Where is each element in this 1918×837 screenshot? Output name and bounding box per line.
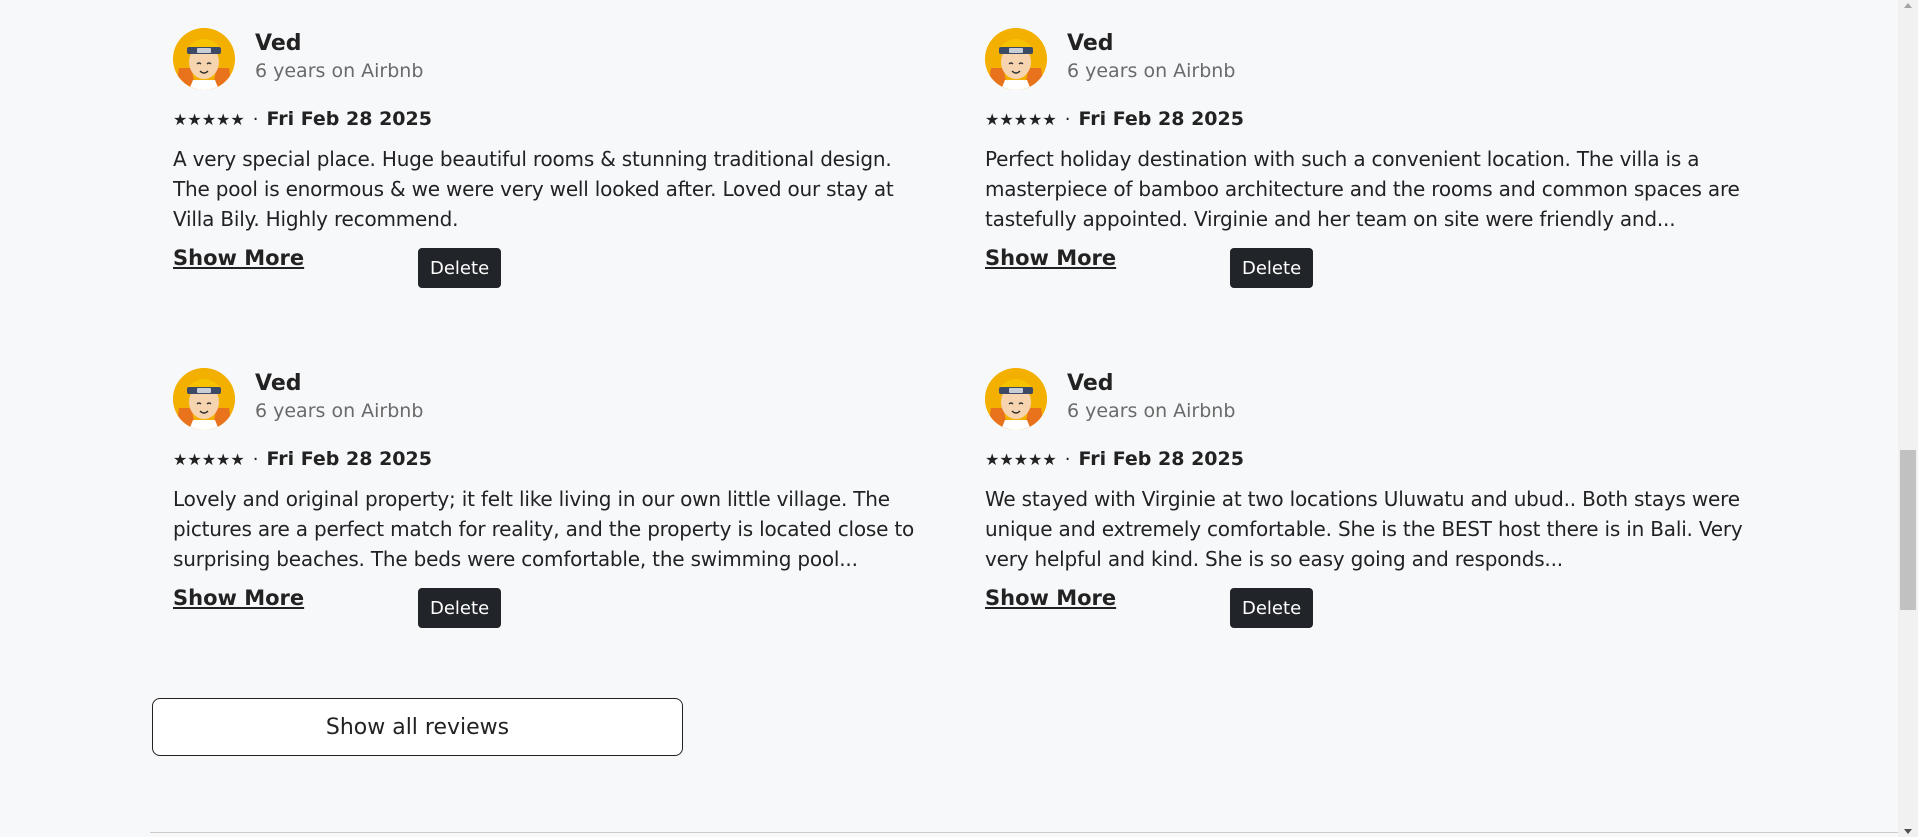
cartoon-avatar-icon (173, 368, 235, 430)
review-card: Ved 6 years on Airbnb ★★★★★ · Fri Feb 28… (985, 368, 1745, 638)
cartoon-avatar-icon (985, 368, 1047, 430)
review-date: Fri Feb 28 2025 (1078, 108, 1244, 130)
show-more-button[interactable]: Show More (173, 246, 304, 270)
show-all-reviews-button[interactable]: Show all reviews (152, 698, 683, 756)
reviewer-tenure: 6 years on Airbnb (1067, 60, 1236, 82)
review-text: Perfect holiday destination with such a … (985, 147, 1740, 231)
separator-dot: · (1064, 448, 1071, 470)
reviewer-tenure: 6 years on Airbnb (255, 400, 424, 422)
page: Ved 6 years on Airbnb ★★★★★ · Fri Feb 28… (0, 0, 1918, 837)
scroll-thumb[interactable] (1900, 450, 1916, 610)
reviews-grid: Ved 6 years on Airbnb ★★★★★ · Fri Feb 28… (173, 28, 1743, 638)
reviewer-name: Ved (1067, 31, 1114, 56)
avatar[interactable] (173, 368, 235, 430)
avatar[interactable] (173, 28, 235, 90)
review-card: Ved 6 years on Airbnb ★★★★★ · Fri Feb 28… (985, 28, 1745, 298)
separator-dot: · (252, 108, 259, 130)
reviewer-info: Ved 6 years on Airbnb (255, 30, 423, 84)
reviewer-info: Ved 6 years on Airbnb (255, 370, 423, 424)
reviews-section: Ved 6 years on Airbnb ★★★★★ · Fri Feb 28… (0, 0, 1900, 833)
review-date: Fri Feb 28 2025 (266, 108, 432, 130)
show-more-button[interactable]: Show More (985, 586, 1116, 610)
rating-line: ★★★★★ · Fri Feb 28 2025 (173, 106, 933, 132)
scroll-up-arrow-icon[interactable] (1904, 3, 1912, 8)
review-text: A very special place. Huge beautiful roo… (173, 147, 894, 231)
reviewer-info: Ved 6 years on Airbnb (1067, 30, 1235, 84)
reviewer-name: Ved (255, 371, 302, 396)
review-actions: Show More Delete (985, 586, 1745, 628)
scroll-down-arrow-icon[interactable] (1904, 829, 1912, 834)
vertical-scrollbar[interactable] (1898, 0, 1918, 837)
review-actions: Show More Delete (985, 246, 1745, 288)
separator-dot: · (1064, 108, 1071, 130)
review-actions: Show More Delete (173, 586, 933, 628)
review-date: Fri Feb 28 2025 (1078, 448, 1244, 470)
rating-line: ★★★★★ · Fri Feb 28 2025 (985, 446, 1745, 472)
review-date: Fri Feb 28 2025 (266, 448, 432, 470)
reviewer-name: Ved (1067, 371, 1114, 396)
show-more-button[interactable]: Show More (985, 246, 1116, 270)
reviewer-tenure: 6 years on Airbnb (255, 60, 424, 82)
star-icon: ★★★★★ (985, 449, 1057, 469)
reviewer: Ved 6 years on Airbnb (985, 368, 1745, 430)
star-icon: ★★★★★ (173, 109, 245, 129)
reviewer-info: Ved 6 years on Airbnb (1067, 370, 1235, 424)
star-icon: ★★★★★ (173, 449, 245, 469)
delete-button[interactable]: Delete (418, 588, 502, 628)
separator-dot: · (252, 448, 259, 470)
section-divider (150, 832, 1900, 833)
delete-button[interactable]: Delete (1230, 248, 1314, 288)
cartoon-avatar-icon (173, 28, 235, 90)
avatar[interactable] (985, 368, 1047, 430)
avatar[interactable] (985, 28, 1047, 90)
review-text: Lovely and original property; it felt li… (173, 487, 915, 571)
rating-line: ★★★★★ · Fri Feb 28 2025 (173, 446, 933, 472)
delete-button[interactable]: Delete (1230, 588, 1314, 628)
rating-line: ★★★★★ · Fri Feb 28 2025 (985, 106, 1745, 132)
delete-button[interactable]: Delete (418, 248, 502, 288)
star-icon: ★★★★★ (985, 109, 1057, 129)
review-card: Ved 6 years on Airbnb ★★★★★ · Fri Feb 28… (173, 368, 933, 638)
review-text: We stayed with Virginie at two locations… (985, 487, 1743, 571)
reviewer: Ved 6 years on Airbnb (985, 28, 1745, 90)
review-actions: Show More Delete (173, 246, 933, 288)
cartoon-avatar-icon (985, 28, 1047, 90)
reviewer-name: Ved (255, 31, 302, 56)
show-more-button[interactable]: Show More (173, 586, 304, 610)
reviewer: Ved 6 years on Airbnb (173, 368, 933, 430)
reviewer-tenure: 6 years on Airbnb (1067, 400, 1236, 422)
review-card: Ved 6 years on Airbnb ★★★★★ · Fri Feb 28… (173, 28, 933, 298)
reviewer: Ved 6 years on Airbnb (173, 28, 933, 90)
